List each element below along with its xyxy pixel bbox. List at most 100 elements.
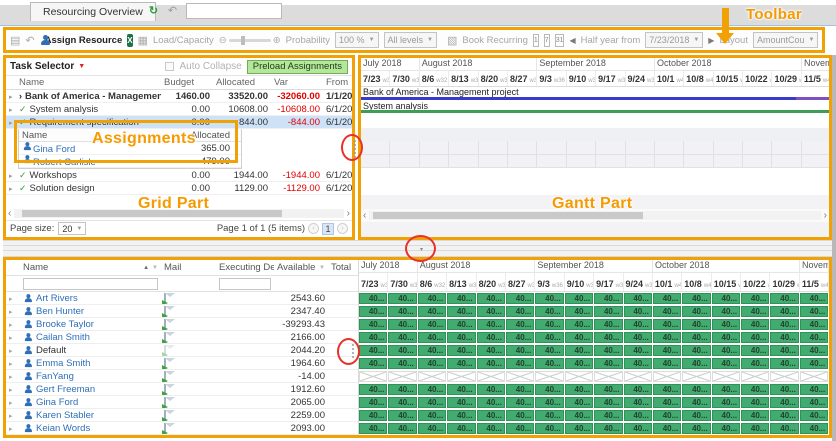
scroll-right-icon[interactable]: › [824, 210, 827, 221]
resource-name-link[interactable]: Brooke Taylor [36, 319, 94, 330]
capacity-cell[interactable]: 40... [359, 345, 387, 356]
auto-collapse-checkbox[interactable] [165, 62, 174, 71]
capacity-cell[interactable]: 40... [741, 293, 769, 304]
capacity-cell[interactable]: 40... [770, 358, 798, 369]
mail-icon[interactable] [164, 293, 166, 304]
capacity-cell[interactable]: 40... [418, 332, 446, 343]
gantt-bar-row[interactable]: Bank of America - Management project [361, 87, 829, 101]
capacity-cell[interactable]: 40... [447, 397, 475, 408]
probability-select[interactable]: 100 %▼ [335, 32, 378, 48]
gantt-capacity-cell[interactable] [420, 141, 449, 155]
calendar-day-button[interactable]: 1 [533, 34, 539, 47]
timeline-week[interactable]: 10/1w40 [653, 273, 682, 291]
zoom-slider[interactable]: ⊖ ⊕ [219, 35, 281, 46]
capacity-cell[interactable]: 40... [770, 293, 798, 304]
filter-active-icon[interactable]: ▼ [78, 63, 85, 70]
timeline-week[interactable]: 8/6w32 [418, 273, 447, 291]
capacity-cell[interactable]: 40... [535, 384, 563, 395]
mail-icon[interactable] [164, 345, 166, 356]
gantt-capacity-cell[interactable] [684, 141, 713, 155]
capacity-cell[interactable]: 40... [565, 293, 593, 304]
capacity-cell[interactable]: 40... [535, 293, 563, 304]
timeline-week[interactable]: 11/5w45 [800, 273, 829, 291]
capacity-cell[interactable]: 40... [800, 384, 828, 395]
capacity-cell[interactable]: 40... [418, 306, 446, 317]
capacity-cell[interactable]: 40... [594, 410, 622, 421]
capacity-cell[interactable]: 40... [770, 397, 798, 408]
capacity-cell[interactable]: 40... [800, 410, 828, 421]
capacity-cell[interactable]: 40... [388, 410, 416, 421]
capacity-cell-nonworking[interactable] [418, 371, 446, 382]
gantt-bar[interactable] [361, 97, 829, 100]
timeline-week[interactable]: 9/17w38 [594, 273, 623, 291]
capacity-cell[interactable]: 40... [594, 423, 622, 434]
capacity-cell[interactable]: 40... [535, 423, 563, 434]
capacity-cell[interactable]: 40... [624, 397, 652, 408]
capacity-cell[interactable]: 40... [535, 397, 563, 408]
gantt-capacity-cell[interactable] [361, 155, 390, 169]
capacity-cell-nonworking[interactable] [565, 371, 593, 382]
capacity-cell[interactable]: 40... [506, 423, 534, 434]
capacity-cell[interactable]: 40... [359, 306, 387, 317]
capacity-cell-nonworking[interactable] [682, 371, 710, 382]
expand-icon[interactable]: ▸ [9, 413, 13, 420]
timeline-week[interactable]: 10/29w44 [770, 273, 799, 291]
layout-select[interactable]: AmountCou▼ [753, 32, 818, 48]
capacity-cell[interactable]: 40... [418, 345, 446, 356]
resource-row[interactable]: ▸Art Rivers2543.60 [6, 292, 358, 305]
capacity-cell[interactable]: 40... [653, 358, 681, 369]
column-header-var[interactable]: Var [271, 77, 323, 88]
capacity-cell[interactable]: 40... [712, 306, 740, 317]
vertical-splitter-handle[interactable] [353, 140, 357, 158]
capacity-cell-nonworking[interactable] [770, 371, 798, 382]
name-filter-input[interactable] [23, 278, 158, 290]
capacity-cell[interactable]: 40... [712, 345, 740, 356]
book-recurring-button[interactable]: Book Recurring [462, 35, 527, 46]
timeline-week[interactable]: 7/30w31 [390, 71, 419, 86]
timeline-week[interactable]: 11/5w45 [802, 71, 829, 86]
capacity-cell[interactable]: 40... [477, 306, 505, 317]
gantt-capacity-cell[interactable] [684, 155, 713, 169]
timeline-week[interactable]: 9/3w36 [537, 71, 566, 86]
date-from-select[interactable]: 7/23/2018▼ [645, 32, 703, 48]
capacity-cell[interactable]: 40... [535, 410, 563, 421]
gantt-capacity-cell[interactable] [567, 141, 596, 155]
gantt-capacity-cell[interactable] [626, 155, 655, 169]
capacity-cell[interactable]: 40... [682, 358, 710, 369]
mail-icon[interactable] [164, 423, 166, 434]
capacity-cell[interactable]: 40... [594, 358, 622, 369]
capacity-cell[interactable]: 40... [477, 397, 505, 408]
task-row[interactable]: ▸›Bank of America - Management project14… [6, 90, 352, 103]
capacity-cell[interactable]: 40... [565, 319, 593, 330]
capacity-cell[interactable]: 40... [682, 384, 710, 395]
prev-period-icon[interactable]: ◀ [569, 36, 575, 45]
capacity-cell[interactable]: 40... [682, 332, 710, 343]
levels-select[interactable]: All levels▼ [384, 32, 437, 48]
capacity-cell-nonworking[interactable] [506, 371, 534, 382]
capacity-cell[interactable]: 40... [388, 358, 416, 369]
capacity-cell[interactable]: 40... [447, 423, 475, 434]
column-header-available[interactable]: Available ▼ [274, 262, 328, 273]
capacity-cell-nonworking[interactable] [712, 371, 740, 382]
capacity-cell[interactable]: 40... [447, 293, 475, 304]
capacity-cell[interactable]: 40... [653, 345, 681, 356]
splitter-collapse-icon[interactable]: ▾ [420, 246, 423, 253]
resource-name-link[interactable]: Emma Smith [36, 358, 90, 369]
capacity-cell[interactable]: 40... [682, 306, 710, 317]
gantt-capacity-cell[interactable] [743, 155, 772, 169]
capacity-cell[interactable]: 40... [712, 319, 740, 330]
calendar-month-button[interactable]: 31 [555, 34, 565, 47]
column-header-from[interactable]: From [323, 77, 352, 88]
capacity-cell-nonworking[interactable] [447, 371, 475, 382]
resource-name-link[interactable]: Art Rivers [36, 293, 78, 304]
capacity-cell[interactable]: 40... [741, 358, 769, 369]
page-size-select[interactable]: 20▼ [58, 222, 86, 235]
capacity-cell[interactable]: 40... [770, 423, 798, 434]
gantt-capacity-cell[interactable] [508, 141, 537, 155]
timeline-week[interactable]: 9/10w37 [567, 71, 596, 86]
capacity-cell[interactable]: 40... [800, 345, 828, 356]
capacity-cell-nonworking[interactable] [359, 371, 387, 382]
department-filter-input[interactable] [219, 278, 271, 290]
capacity-cell[interactable]: 40... [653, 319, 681, 330]
capacity-cell[interactable]: 40... [594, 319, 622, 330]
